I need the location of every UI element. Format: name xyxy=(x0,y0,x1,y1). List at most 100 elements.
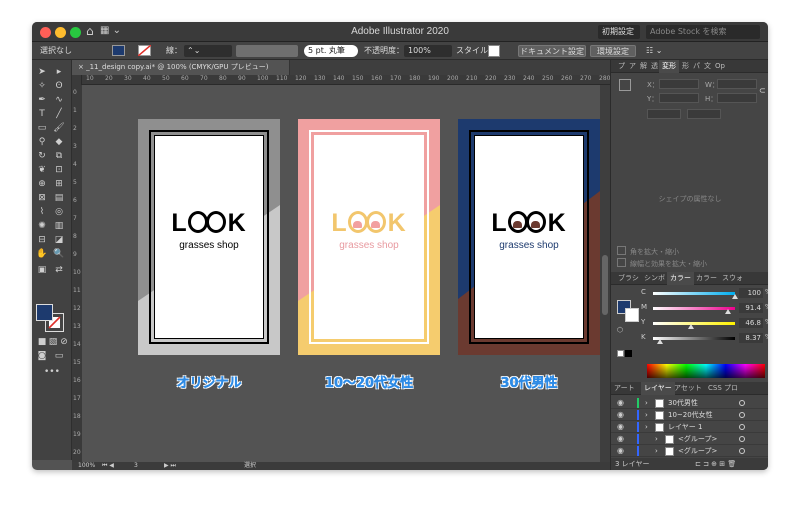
brush-definition-select[interactable]: 5 pt. 丸筆 xyxy=(304,45,358,57)
preferences-button[interactable]: 環境設定 xyxy=(590,45,636,57)
symbol-sprayer-tool-icon[interactable]: ✺ xyxy=(35,220,49,232)
slider-value[interactable]: 8.37 xyxy=(739,333,763,343)
expand-arrow-icon[interactable]: › xyxy=(645,421,648,433)
cmyk-slider-m[interactable]: M 91.4% xyxy=(641,303,768,314)
rotate-field[interactable] xyxy=(647,109,681,119)
artboard-number[interactable]: 3 xyxy=(134,462,138,470)
slider-thumb[interactable] xyxy=(724,309,731,314)
document-settings-button[interactable]: ドキュメント設定 xyxy=(518,45,586,57)
slider-value[interactable]: 46.8 xyxy=(739,318,763,328)
line-tool-icon[interactable]: ╱ xyxy=(52,108,66,120)
color-spectrum[interactable] xyxy=(647,364,765,378)
screen-mode-icon[interactable]: ▭ xyxy=(52,350,66,362)
y-field[interactable] xyxy=(659,93,699,103)
mesh-tool-icon[interactable]: ⊠ xyxy=(35,192,49,204)
more-tools-icon[interactable]: ••• xyxy=(44,366,60,378)
stroke-weight-select[interactable]: ⌃⌄ xyxy=(184,45,232,57)
workspace-switcher[interactable]: 初期設定 xyxy=(598,25,640,39)
artboard-30s-men[interactable]: L Kgrasses shop xyxy=(458,119,600,355)
expand-arrow-icon[interactable]: › xyxy=(655,445,658,457)
close-tab-icon[interactable]: × xyxy=(78,63,86,71)
layer-actions-icons[interactable]: ⊏ ⊐ ⊕ ⊞ 🗑 xyxy=(695,458,736,470)
none-mode-icon[interactable]: ⊘ xyxy=(57,336,71,348)
layer-target-icon[interactable] xyxy=(739,412,745,418)
scale-strokes-checkbox[interactable]: 線幅と効果を拡大・縮小 xyxy=(617,258,707,269)
panel-tab[interactable]: アセット xyxy=(671,382,705,395)
panel-tab[interactable]: レイヤー xyxy=(641,382,675,395)
fill-color-box[interactable] xyxy=(36,304,53,321)
shape-builder-tool-icon[interactable]: ⊕ xyxy=(35,178,49,190)
arrange-icon[interactable]: ☷ ⌄ xyxy=(646,45,662,57)
slider-thumb[interactable] xyxy=(656,339,663,344)
black-swatch[interactable] xyxy=(625,350,632,357)
slider-track[interactable] xyxy=(653,337,735,340)
panel-tab[interactable]: ブラシ xyxy=(615,272,642,285)
artboard-tool-icon[interactable]: ⊟ xyxy=(35,234,49,246)
layer-row[interactable]: ◉ › <グループ> xyxy=(611,445,768,457)
constrain-proportions-icon[interactable]: ⊂ xyxy=(759,86,766,95)
color-stroke-indicator[interactable] xyxy=(625,308,639,322)
artboard-nav-icon[interactable]: ⏮ ◀ xyxy=(102,462,114,470)
pen-tool-icon[interactable]: ✒ xyxy=(35,94,49,106)
visibility-eye-icon[interactable]: ◉ xyxy=(617,409,624,421)
h-field[interactable] xyxy=(717,93,757,103)
slider-thumb[interactable] xyxy=(688,324,695,329)
draw-mode-icon[interactable]: ◙ xyxy=(35,350,49,362)
shear-field[interactable] xyxy=(687,109,721,119)
layer-row[interactable]: ◉ › 30代男性 xyxy=(611,397,768,409)
ruler-origin[interactable] xyxy=(72,75,82,85)
artboard-original[interactable]: L Kgrasses shop xyxy=(138,119,280,355)
layer-row[interactable]: ◉ › <グループ> xyxy=(611,433,768,445)
edit-toolbar-icon[interactable]: ▣ xyxy=(35,264,49,276)
visibility-eye-icon[interactable]: ◉ xyxy=(617,397,624,409)
layer-target-icon[interactable] xyxy=(739,448,745,454)
free-transform-tool-icon[interactable]: ⊡ xyxy=(52,164,66,176)
gradient-tool-icon[interactable]: ▤ xyxy=(52,192,66,204)
rotate-tool-icon[interactable]: ↻ xyxy=(35,150,49,162)
visibility-eye-icon[interactable]: ◉ xyxy=(617,421,624,433)
artboard-nav-next-icon[interactable]: ▶ ⏭ xyxy=(164,462,176,470)
panel-tab[interactable]: 変形 xyxy=(659,60,679,73)
artboard-young-women[interactable]: L Kgrasses shop xyxy=(298,119,440,355)
x-field[interactable] xyxy=(659,79,699,89)
horizontal-ruler[interactable]: 10 20 30 40 50 60 70 80 90 100 110 120 130 140 150 160 1… xyxy=(82,75,610,85)
perspective-grid-tool-icon[interactable]: ⊞ xyxy=(52,178,66,190)
eyedropper-tool-icon[interactable]: ⌇ xyxy=(35,206,49,218)
expand-arrow-icon[interactable]: › xyxy=(655,433,658,445)
variable-width-profile[interactable] xyxy=(236,45,298,57)
visibility-eye-icon[interactable]: ◉ xyxy=(617,433,624,445)
panel-tab[interactable]: カラー xyxy=(667,272,694,285)
slider-thumb[interactable] xyxy=(732,294,738,299)
panel-tab[interactable]: CSS プロ xyxy=(705,382,741,395)
visibility-eye-icon[interactable]: ◉ xyxy=(617,445,624,457)
panel-tab[interactable]: Op xyxy=(712,60,728,73)
rectangle-tool-icon[interactable]: ▭ xyxy=(35,122,49,134)
shaper-tool-icon[interactable]: ⚲ xyxy=(35,136,49,148)
blend-tool-icon[interactable]: ◎ xyxy=(52,206,66,218)
stock-search-input[interactable]: Adobe Stock を検索 xyxy=(646,25,760,39)
selection-tool-icon[interactable]: ➤ xyxy=(35,66,49,78)
panel-tab[interactable]: スウォ xyxy=(719,272,746,285)
vertical-ruler[interactable]: 0 1 2 3 4 5 6 7 8 9 10 11 12 13 14 15 16 17 18 19 20 xyxy=(72,85,82,462)
vertical-scrollbar[interactable] xyxy=(600,85,610,462)
reference-point-icon[interactable] xyxy=(619,79,631,91)
hand-tool-icon[interactable]: ✋ xyxy=(35,248,49,260)
type-tool-icon[interactable]: T xyxy=(35,108,49,120)
fill-swatch[interactable] xyxy=(112,45,125,56)
none-swatch[interactable] xyxy=(617,350,624,357)
layer-target-icon[interactable] xyxy=(739,400,745,406)
magic-wand-tool-icon[interactable]: ✧ xyxy=(35,80,49,92)
layer-target-icon[interactable] xyxy=(739,436,745,442)
panel-tab[interactable]: シンボ xyxy=(641,272,668,285)
scale-tool-icon[interactable]: ⧉ xyxy=(52,150,66,162)
document-tab[interactable]: × _11_design copy.ai* @ 100% (CMYK/GPU プ… xyxy=(72,60,290,75)
cmyk-slider-k[interactable]: K 8.37% xyxy=(641,333,768,344)
expand-arrow-icon[interactable]: › xyxy=(645,397,648,409)
slice-tool-icon[interactable]: ◪ xyxy=(52,234,66,246)
layer-row[interactable]: ◉ › 10~20代女性 xyxy=(611,409,768,421)
canvas[interactable]: L Kgrasses shop L Kgrasses shop L Kgrasses … xyxy=(82,85,600,462)
graphic-style-swatch[interactable] xyxy=(488,45,500,57)
lasso-tool-icon[interactable]: ʘ xyxy=(52,80,66,92)
panel-tab[interactable]: カラー xyxy=(693,272,720,285)
eraser-tool-icon[interactable]: ◆ xyxy=(52,136,66,148)
